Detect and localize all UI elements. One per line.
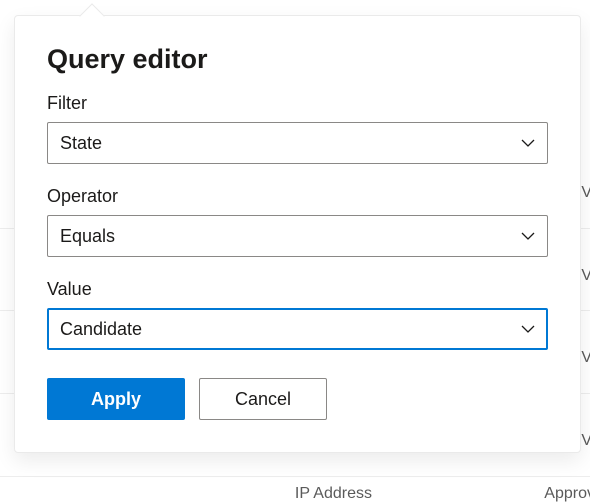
value-field: Value Candidate: [47, 279, 548, 350]
bg-text: V: [581, 432, 590, 450]
value-value: Candidate: [60, 319, 142, 340]
query-editor-panel: Query editor Filter State Operator Equal…: [14, 15, 581, 453]
value-select[interactable]: Candidate: [47, 308, 548, 350]
filter-label: Filter: [47, 93, 548, 114]
operator-label: Operator: [47, 186, 548, 207]
bg-approv: Approv: [544, 485, 590, 503]
chevron-down-icon: [521, 322, 535, 336]
bg-text: V: [581, 184, 590, 202]
operator-value: Equals: [60, 226, 115, 247]
bg-ip-address: IP Address: [295, 485, 372, 503]
bg-text: V: [581, 267, 590, 285]
button-row: Apply Cancel: [47, 378, 548, 420]
operator-field: Operator Equals: [47, 186, 548, 257]
bg-divider: [0, 476, 590, 477]
chevron-down-icon: [521, 136, 535, 150]
panel-caret: [79, 3, 104, 28]
bg-text: V: [581, 349, 590, 367]
cancel-button[interactable]: Cancel: [199, 378, 327, 420]
apply-button[interactable]: Apply: [47, 378, 185, 420]
panel-title: Query editor: [47, 44, 548, 75]
filter-field: Filter State: [47, 93, 548, 164]
operator-select[interactable]: Equals: [47, 215, 548, 257]
filter-value: State: [60, 133, 102, 154]
chevron-down-icon: [521, 229, 535, 243]
value-label: Value: [47, 279, 548, 300]
filter-select[interactable]: State: [47, 122, 548, 164]
